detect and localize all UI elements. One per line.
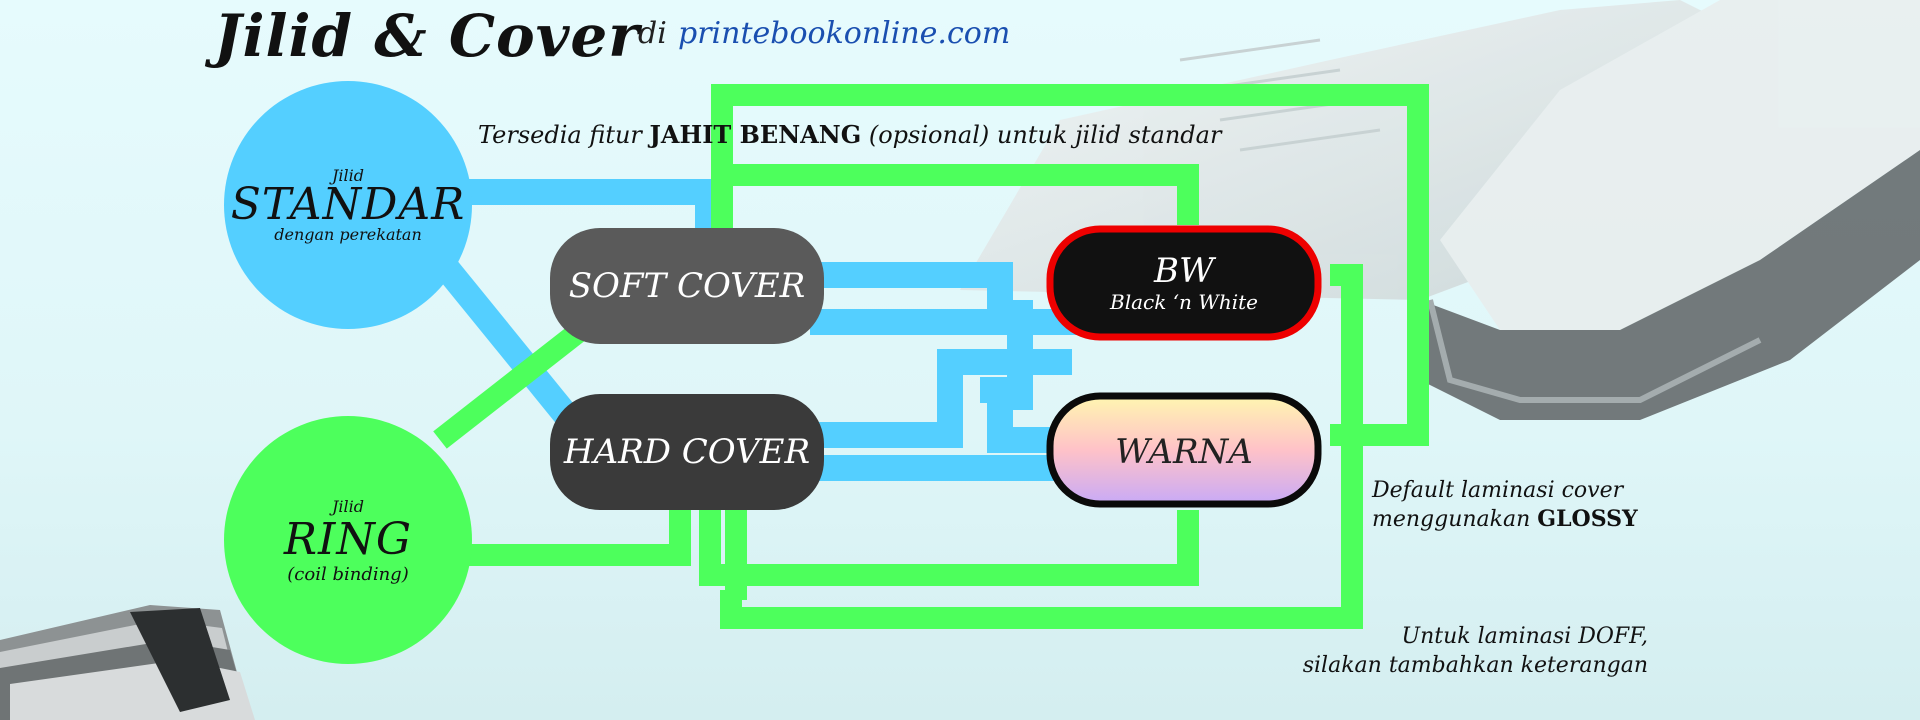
bw-main: BW: [1154, 251, 1214, 291]
feature-highlight: JAHIT BENANG: [649, 120, 862, 149]
ring-main: RING: [283, 514, 413, 565]
default-note-line1: Default laminasi cover: [1372, 478, 1624, 503]
diagram-canvas: [0, 0, 1920, 720]
bw-sub: Black ‘n White: [1110, 290, 1258, 314]
standar-main: STANDAR: [230, 179, 466, 230]
standar-label: Jilid STANDAR dengan perekatan: [224, 166, 472, 244]
ring-label: Jilid RING (coil binding): [224, 497, 472, 585]
default-lamination-note: Default laminasi cover menggunakan GLOSS…: [1372, 476, 1638, 534]
soft-cover-label: SOFT COVER: [568, 266, 806, 306]
page-title: Jilid & Cover: [214, 2, 640, 70]
ring-sub: (coil binding): [287, 564, 409, 585]
feature-note: Tersedia fitur JAHIT BENANG (opsional) u…: [478, 120, 1221, 149]
glossy-label: GLOSSY: [1537, 506, 1638, 532]
paper-stack-image: [0, 605, 255, 720]
warna-label: WARNA: [1115, 432, 1253, 472]
site-link[interactable]: printebookonline.com: [678, 16, 1010, 51]
feature-prefix: Tersedia fitur: [478, 121, 642, 149]
doff-note-line2: silakan tambahkan keterangan: [1302, 653, 1648, 678]
hard-cover-label: HARD COVER: [563, 432, 811, 472]
default-note-line2: menggunakan: [1372, 507, 1531, 532]
doff-lamination-note: Untuk laminasi DOFF, silakan tambahkan k…: [1303, 622, 1648, 680]
feature-suffix: (opsional) untuk jilid standar: [868, 121, 1222, 149]
title-connector: di: [638, 16, 667, 51]
open-book-image: [960, 0, 1920, 420]
doff-note-line1: Untuk laminasi DOFF,: [1401, 624, 1648, 649]
